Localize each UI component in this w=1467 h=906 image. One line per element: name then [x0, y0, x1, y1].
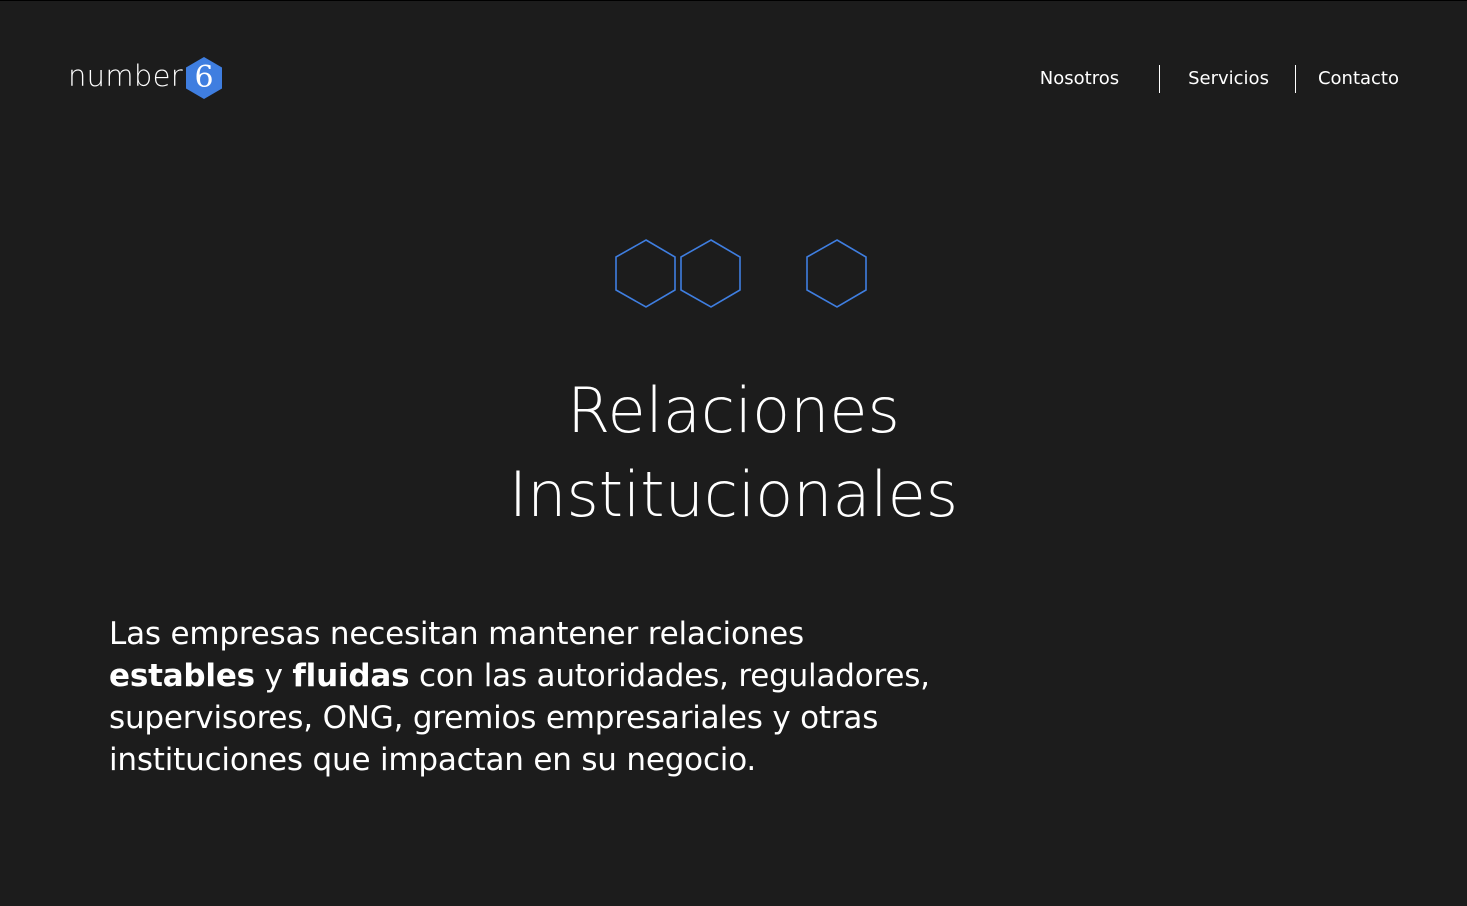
nav-link-servicios[interactable]: Servicios	[1188, 64, 1269, 94]
hexagon-icon	[806, 239, 867, 308]
paragraph-text: y	[254, 658, 293, 694]
nav-link-contacto[interactable]: Contacto	[1318, 64, 1399, 94]
paragraph-bold-estables: estables	[109, 658, 255, 694]
hexagon-decoration	[615, 239, 867, 308]
page-title: Relaciones Institucionales	[0, 369, 1467, 537]
logo-number: 6	[194, 60, 214, 95]
page-title-line-2: Institucionales	[508, 458, 959, 531]
hexagon-icon	[615, 239, 676, 308]
logo-hexagon-badge: 6	[185, 56, 223, 100]
intro-paragraph: Las empresas necesitan mantener relacion…	[109, 613, 1009, 781]
nav-link-nosotros[interactable]: Nosotros	[1040, 64, 1119, 94]
paragraph-text: Las empresas necesitan mantener relacion…	[109, 616, 804, 652]
logo-text: number	[68, 59, 183, 93]
page: number 6 Nosotros Servicios Contacto Rel…	[0, 0, 1467, 906]
logo-link[interactable]: number 6	[68, 56, 223, 100]
nav-divider	[1159, 65, 1161, 93]
page-title-line-1: Relaciones	[567, 374, 900, 447]
paragraph-bold-fluidas: fluidas	[292, 658, 410, 694]
nav-divider	[1294, 65, 1296, 93]
hexagon-icon	[680, 239, 741, 308]
main-nav: Nosotros Servicios Contacto	[1040, 64, 1399, 94]
